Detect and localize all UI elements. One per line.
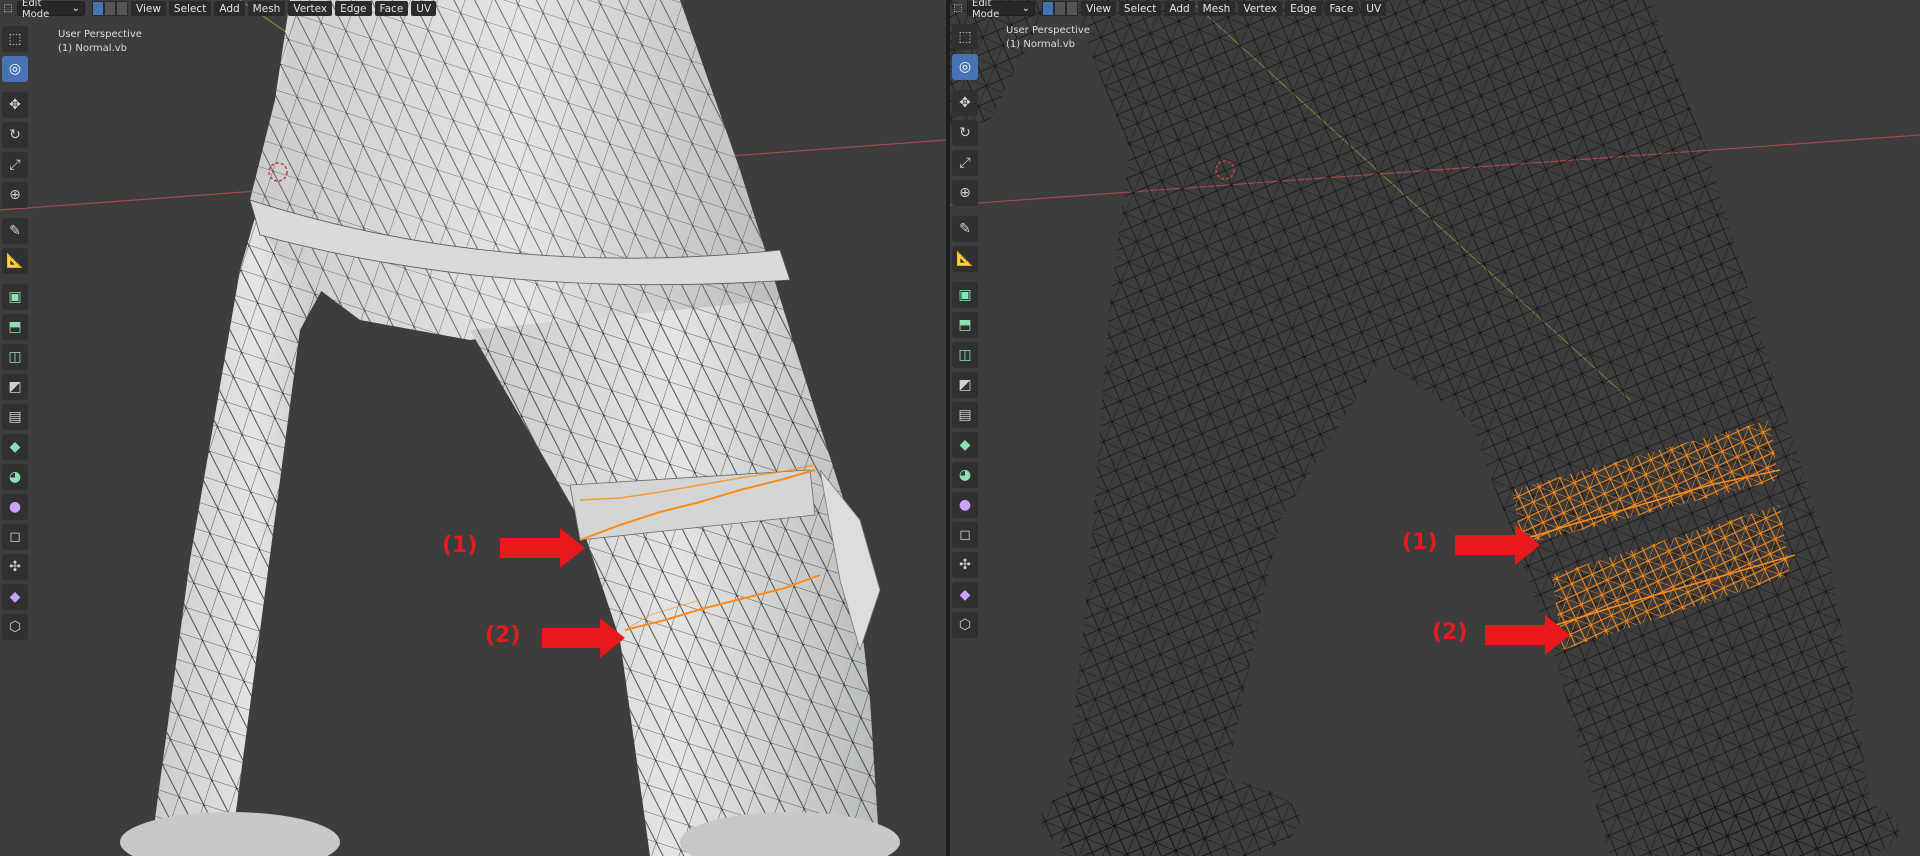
rotate-icon[interactable]: ↻	[2, 122, 28, 148]
menu-edge[interactable]: Edge	[1285, 1, 1322, 16]
menu-mesh[interactable]: Mesh	[247, 1, 286, 16]
scale-icon[interactable]: ⤢	[2, 152, 28, 178]
knife-icon[interactable]: ◆	[952, 432, 978, 458]
select-mode-group	[92, 1, 128, 16]
cursor-icon[interactable]: ◎	[2, 56, 28, 82]
edge-select-button[interactable]	[104, 1, 116, 16]
arrow-1	[500, 528, 585, 568]
move-icon[interactable]: ✥	[2, 92, 28, 118]
face-select-button[interactable]	[116, 1, 128, 16]
menu-mesh[interactable]: Mesh	[1197, 1, 1236, 16]
viewport-header-left: ⬚ Edit Mode ⌄ View Select Add Mesh Verte…	[0, 0, 437, 20]
poly-build-icon[interactable]: ◕	[952, 462, 978, 488]
edge-slide-icon[interactable]: ✣	[952, 552, 978, 578]
menu-select[interactable]: Select	[168, 1, 212, 16]
poly-build-icon[interactable]: ◕	[2, 464, 28, 490]
annotation-label-2: (2)	[485, 623, 521, 648]
add-cube-icon[interactable]: ▣	[952, 282, 978, 308]
knife-icon[interactable]: ◆	[2, 434, 28, 460]
rotate-icon[interactable]: ↻	[952, 120, 978, 146]
face-select-button[interactable]	[1066, 1, 1078, 16]
object-label: (1) Normal.vb	[1006, 39, 1075, 50]
annotation-label-2: (2)	[1432, 620, 1468, 645]
bevel-icon[interactable]: ◩	[952, 372, 978, 398]
spin-icon[interactable]: ●	[2, 494, 28, 520]
editmode-icon: ⬚	[953, 3, 963, 14]
extrude-icon[interactable]: ⬒	[2, 314, 28, 340]
smooth-icon[interactable]: ◻	[952, 522, 978, 548]
viewport-left-scene[interactable]	[0, 0, 946, 856]
measure-icon[interactable]: 📐	[2, 248, 28, 274]
mode-select[interactable]: Edit Mode ⌄	[967, 0, 1035, 20]
bevel-icon[interactable]: ◩	[2, 374, 28, 400]
select-box-icon[interactable]: ⬚	[952, 24, 978, 50]
menu-view[interactable]: View	[131, 1, 166, 16]
menu-uv[interactable]: UV	[1361, 1, 1387, 16]
scale-icon[interactable]: ⤢	[952, 150, 978, 176]
arrow-2	[542, 618, 625, 658]
shear-icon[interactable]: ⬡	[952, 612, 978, 638]
extrude-icon[interactable]: ⬒	[952, 312, 978, 338]
cursor-icon[interactable]: ◎	[952, 54, 978, 80]
edge-select-button[interactable]	[1054, 1, 1066, 16]
select-box-icon[interactable]: ⬚	[2, 26, 28, 52]
measure-icon[interactable]: 📐	[952, 246, 978, 272]
viewport-left[interactable]: ⬚ Edit Mode ⌄ View Select Add Mesh Verte…	[0, 0, 946, 856]
loop-cut-icon[interactable]: ▤	[2, 404, 28, 430]
smooth-icon[interactable]: ◻	[2, 524, 28, 550]
annotate-icon[interactable]: ✎	[2, 218, 28, 244]
menu-vertex[interactable]: Vertex	[1238, 1, 1283, 16]
viewport-right-scene[interactable]	[950, 0, 1920, 856]
menu-face[interactable]: Face	[374, 1, 409, 16]
mode-label: Edit Mode	[972, 0, 1000, 20]
menu-uv[interactable]: UV	[411, 1, 437, 16]
object-label: (1) Normal.vb	[58, 43, 127, 54]
vertex-select-button[interactable]	[1042, 1, 1054, 16]
shrink-fatten-icon[interactable]: ◆	[2, 584, 28, 610]
chevron-down-icon: ⌄	[1021, 3, 1030, 14]
viewport-info: User Perspective (1) Normal.vb	[58, 28, 142, 56]
shrink-fatten-icon[interactable]: ◆	[952, 582, 978, 608]
view-label: User Perspective	[1006, 25, 1090, 36]
menu-face[interactable]: Face	[1324, 1, 1359, 16]
loop-cut-icon[interactable]: ▤	[952, 402, 978, 428]
move-icon[interactable]: ✥	[952, 90, 978, 116]
transform-icon[interactable]: ⊕	[2, 182, 28, 208]
mode-label: Edit Mode	[22, 0, 50, 20]
menu-add[interactable]: Add	[214, 1, 245, 16]
shear-icon[interactable]: ⬡	[2, 614, 28, 640]
menu-select[interactable]: Select	[1118, 1, 1162, 16]
viewport-info: User Perspective (1) Normal.vb	[1006, 24, 1090, 52]
transform-icon[interactable]: ⊕	[952, 180, 978, 206]
annotate-icon[interactable]: ✎	[952, 216, 978, 242]
select-mode-group	[1042, 1, 1078, 16]
menu-view[interactable]: View	[1081, 1, 1116, 16]
toolbar-left: ⬚ ◎ ✥ ↻ ⤢ ⊕ ✎ 📐 ▣ ⬒ ◫ ◩ ▤ ◆ ◕ ● ◻ ✣ ◆ ⬡	[0, 24, 30, 642]
mode-select[interactable]: Edit Mode ⌄	[17, 0, 85, 20]
annotation-label-1: (1)	[1402, 530, 1438, 555]
chevron-down-icon: ⌄	[71, 3, 80, 14]
annotation-label-1: (1)	[442, 533, 478, 558]
toolbar-right: ⬚ ◎ ✥ ↻ ⤢ ⊕ ✎ 📐 ▣ ⬒ ◫ ◩ ▤ ◆ ◕ ● ◻ ✣ ◆ ⬡	[950, 22, 980, 640]
inset-icon[interactable]: ◫	[952, 342, 978, 368]
menu-edge[interactable]: Edge	[335, 1, 372, 16]
vertex-select-button[interactable]	[92, 1, 104, 16]
editmode-icon: ⬚	[3, 3, 13, 14]
view-label: User Perspective	[58, 29, 142, 40]
edge-slide-icon[interactable]: ✣	[2, 554, 28, 580]
menu-vertex[interactable]: Vertex	[288, 1, 333, 16]
add-cube-icon[interactable]: ▣	[2, 284, 28, 310]
spin-icon[interactable]: ●	[952, 492, 978, 518]
viewport-right[interactable]: ⬚ Edit Mode ⌄ View Select Add Mesh Verte…	[950, 0, 1920, 856]
viewport-header-right: ⬚ Edit Mode ⌄ View Select Add Mesh Verte…	[950, 0, 1387, 20]
inset-icon[interactable]: ◫	[2, 344, 28, 370]
menu-add[interactable]: Add	[1164, 1, 1195, 16]
